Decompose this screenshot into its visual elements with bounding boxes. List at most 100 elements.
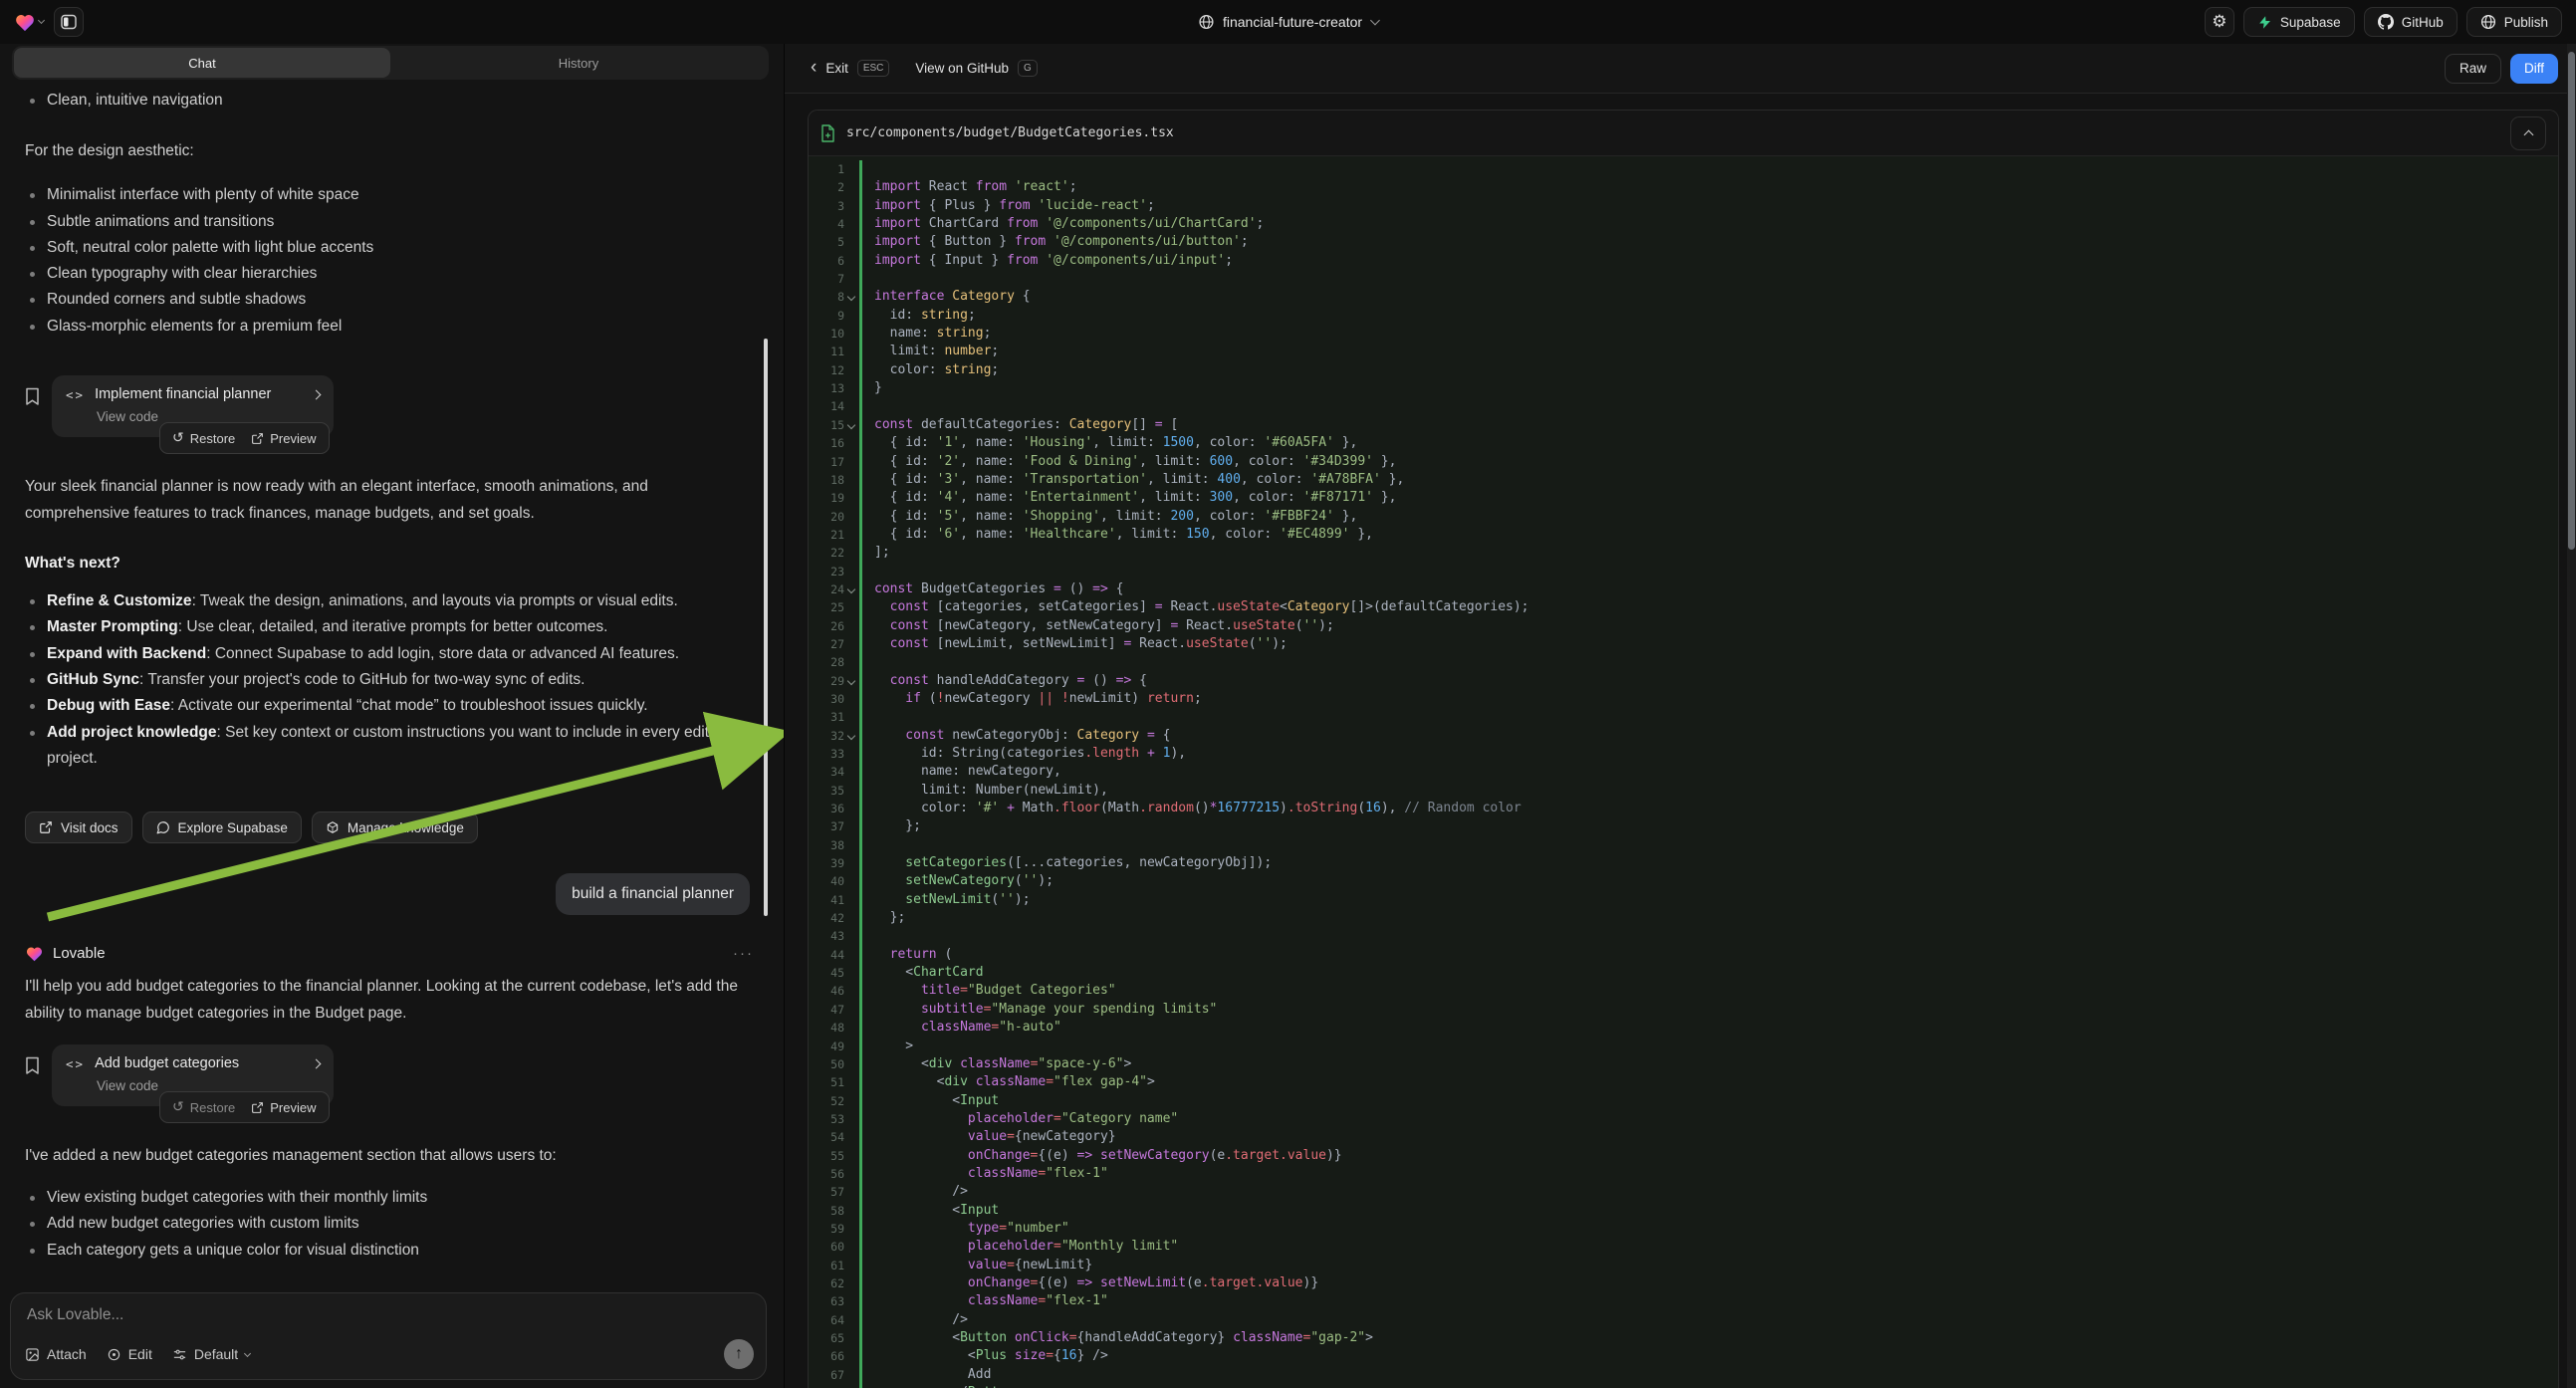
- explore-supabase-button[interactable]: Explore Supabase: [142, 811, 302, 843]
- chevron-down-icon: [244, 1349, 251, 1356]
- publish-button[interactable]: Publish: [2466, 7, 2562, 37]
- raw-toggle-button[interactable]: Raw: [2445, 54, 2501, 84]
- visit-docs-button[interactable]: Visit docs: [25, 811, 132, 843]
- line-number: 56: [809, 1165, 844, 1183]
- line-number: 54: [809, 1128, 844, 1146]
- fold-spacer: [844, 854, 859, 872]
- manage-knowledge-button[interactable]: Manage knowledge: [312, 811, 478, 843]
- collapse-file-button[interactable]: [2510, 116, 2546, 150]
- fold-spacer: [844, 653, 859, 671]
- esc-key-badge: ESC: [857, 60, 890, 77]
- code-line: 5import { Button } from '@/components/ui…: [809, 233, 2558, 251]
- tab-history[interactable]: History: [390, 48, 767, 78]
- knowledge-box-icon: [326, 820, 340, 834]
- fold-caret-icon[interactable]: [844, 727, 859, 745]
- fold-spacer: [844, 397, 859, 415]
- code-panel-header: ‹ Exit ESC View on GitHub G Raw Diff: [785, 44, 2576, 94]
- next-step-bullet: Debug with Ease: Activate our experiment…: [25, 693, 754, 719]
- code-line: 43: [809, 927, 2558, 945]
- fold-caret-icon[interactable]: [844, 580, 859, 598]
- restore-preview-pill: ↺ Restore Preview: [159, 422, 330, 454]
- supabase-bolt-icon: [2257, 15, 2272, 30]
- line-number: 59: [809, 1220, 844, 1238]
- gear-icon: ⚙: [2212, 14, 2226, 31]
- restore-button[interactable]: ↺ Restore: [172, 430, 235, 446]
- manage-knowledge-label: Manage knowledge: [348, 820, 464, 835]
- code-text: <Input: [862, 1092, 999, 1110]
- tab-chat[interactable]: Chat: [14, 48, 390, 78]
- external-link-icon: [39, 820, 53, 834]
- github-button[interactable]: GitHub: [2364, 7, 2458, 37]
- sidebar-toggle-button[interactable]: [54, 7, 84, 37]
- assistant-message-header: Lovable ···: [25, 945, 754, 962]
- code-line: 10 name: string;: [809, 325, 2558, 343]
- chat-bullet: Subtle animations and transitions: [25, 209, 754, 235]
- target-icon: [107, 1347, 121, 1362]
- fold-spacer: [844, 891, 859, 909]
- code-line: 25 const [categories, setCategories] = R…: [809, 598, 2558, 616]
- fold-spacer: [844, 1202, 859, 1220]
- line-number: 9: [809, 307, 844, 325]
- fold-caret-icon[interactable]: [844, 672, 859, 690]
- fold-spacer: [844, 215, 859, 233]
- composer-input[interactable]: Ask Lovable...: [27, 1306, 752, 1324]
- github-icon: [2378, 14, 2394, 30]
- view-on-github-button[interactable]: View on GitHub G: [915, 60, 1037, 77]
- supabase-button[interactable]: Supabase: [2243, 7, 2355, 37]
- restore-button[interactable]: ↺ Restore: [172, 1099, 235, 1115]
- added-file-icon: [820, 124, 835, 142]
- fold-spacer: [844, 800, 859, 817]
- fold-caret-icon[interactable]: [844, 288, 859, 306]
- send-button[interactable]: ↑: [724, 1339, 754, 1369]
- fold-spacer: [844, 964, 859, 982]
- fold-spacer: [844, 1292, 859, 1310]
- fold-spacer: [844, 1038, 859, 1055]
- mode-select[interactable]: Default: [172, 1346, 250, 1362]
- next-step-bullet: Master Prompting: Use clear, detailed, a…: [25, 614, 754, 640]
- file-header[interactable]: src/components/budget/BudgetCategories.t…: [809, 111, 2558, 156]
- file-path: src/components/budget/BudgetCategories.t…: [846, 125, 1174, 140]
- project-switcher[interactable]: financial-future-creator: [1198, 0, 1378, 44]
- fold-spacer: [844, 1073, 859, 1091]
- lovable-logo-menu[interactable]: [14, 7, 44, 37]
- line-number: 57: [809, 1183, 844, 1201]
- preview-button[interactable]: Preview: [251, 431, 316, 446]
- line-number: 61: [809, 1257, 844, 1274]
- diff-toggle-button[interactable]: Diff: [2510, 54, 2558, 84]
- composer[interactable]: Ask Lovable... Attach Edit: [10, 1292, 767, 1380]
- action-chip-row: Visit docs Explore Supabase Manage knowl…: [25, 811, 754, 843]
- code-line: 46 title="Budget Categories": [809, 982, 2558, 1000]
- version-card[interactable]: <> Implement financial planner View code…: [52, 375, 334, 437]
- code-line: 12 color: string;: [809, 361, 2558, 379]
- chat-scrollbar[interactable]: [764, 339, 768, 916]
- fold-spacer: [844, 1001, 859, 1019]
- lovable-heart-icon: [14, 12, 36, 32]
- message-menu-button[interactable]: ···: [733, 945, 754, 962]
- fold-caret-icon[interactable]: [844, 416, 859, 434]
- preview-button[interactable]: Preview: [251, 1100, 316, 1115]
- code-text: Add: [862, 1366, 991, 1384]
- code-line: 50 <div className="space-y-6">: [809, 1055, 2558, 1073]
- added-summary: I've added a new budget categories manag…: [25, 1142, 754, 1169]
- code-line: 57 />: [809, 1183, 2558, 1201]
- settings-button[interactable]: ⚙: [2205, 7, 2234, 37]
- attach-button[interactable]: Attach: [25, 1346, 87, 1362]
- code-scrollbar-thumb[interactable]: [2568, 52, 2575, 550]
- code-text: { id: '3', name: 'Transportation', limit…: [862, 471, 1404, 489]
- line-number: 42: [809, 909, 844, 927]
- version-block-1: <> Implement financial planner View code…: [25, 375, 754, 437]
- fold-spacer: [844, 745, 859, 763]
- exit-button[interactable]: ‹ Exit ESC: [811, 60, 889, 77]
- code-text: return (: [862, 946, 952, 964]
- line-number: 52: [809, 1092, 844, 1110]
- edit-button[interactable]: Edit: [107, 1346, 152, 1362]
- code-line: 32 const newCategoryObj: Category = {: [809, 727, 2558, 745]
- code-line: 65 <Button onClick={handleAddCategory} c…: [809, 1329, 2558, 1347]
- code-text: color: '#' + Math.floor(Math.random()*16…: [862, 800, 1522, 817]
- code-text: const [categories, setCategories] = Reac…: [862, 598, 1529, 616]
- code-line: 26 const [newCategory, setNewCategory] =…: [809, 617, 2558, 635]
- code-scrollbar-track[interactable]: [2567, 44, 2576, 1388]
- version-card[interactable]: <> Add budget categories View code ↺ Res…: [52, 1044, 334, 1106]
- line-number: 66: [809, 1347, 844, 1365]
- code-line: 16 { id: '1', name: 'Housing', limit: 15…: [809, 434, 2558, 452]
